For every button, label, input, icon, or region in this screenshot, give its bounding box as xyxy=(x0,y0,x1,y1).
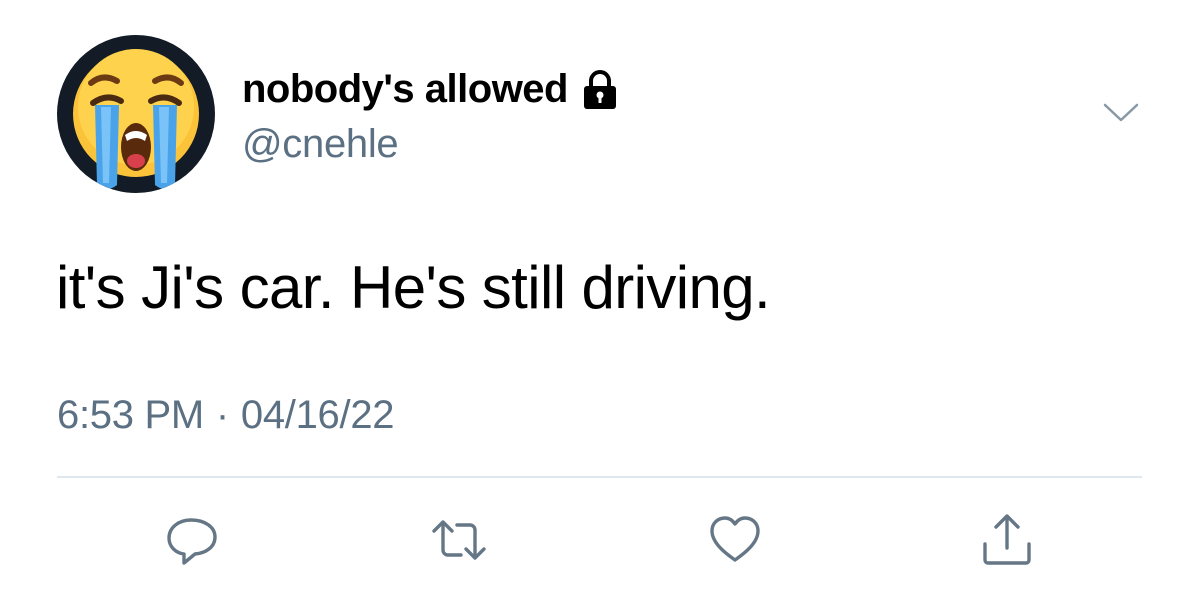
share-button[interactable] xyxy=(979,512,1035,568)
reply-icon xyxy=(167,518,217,565)
tweet-card: nobody's allowed @cnehle it's Ji's car. … xyxy=(0,0,1200,605)
tweet-text: it's Ji's car. He's still driving. xyxy=(56,254,771,321)
retweet-button[interactable] xyxy=(431,512,487,568)
lock-icon xyxy=(578,67,622,111)
like-button[interactable] xyxy=(707,512,763,568)
tweet-timestamp[interactable]: 6:53 PM · 04/16/22 xyxy=(57,393,395,438)
username-handle[interactable]: @cnehle xyxy=(242,122,399,167)
display-name-row: nobody's allowed xyxy=(242,64,622,114)
display-name[interactable]: nobody's allowed xyxy=(242,67,568,112)
tweet-date: 04/16/22 xyxy=(240,393,395,437)
meta-separator: · xyxy=(215,393,229,437)
divider xyxy=(57,476,1142,478)
reply-button[interactable] xyxy=(164,512,220,568)
tweet-time: 6:53 PM xyxy=(57,393,204,437)
avatar[interactable] xyxy=(57,35,215,193)
heart-icon xyxy=(710,516,760,562)
more-options-chevron-icon[interactable] xyxy=(1101,100,1141,126)
share-icon xyxy=(983,514,1031,565)
retweet-icon xyxy=(432,520,486,560)
loudly-crying-face-icon xyxy=(73,49,199,189)
